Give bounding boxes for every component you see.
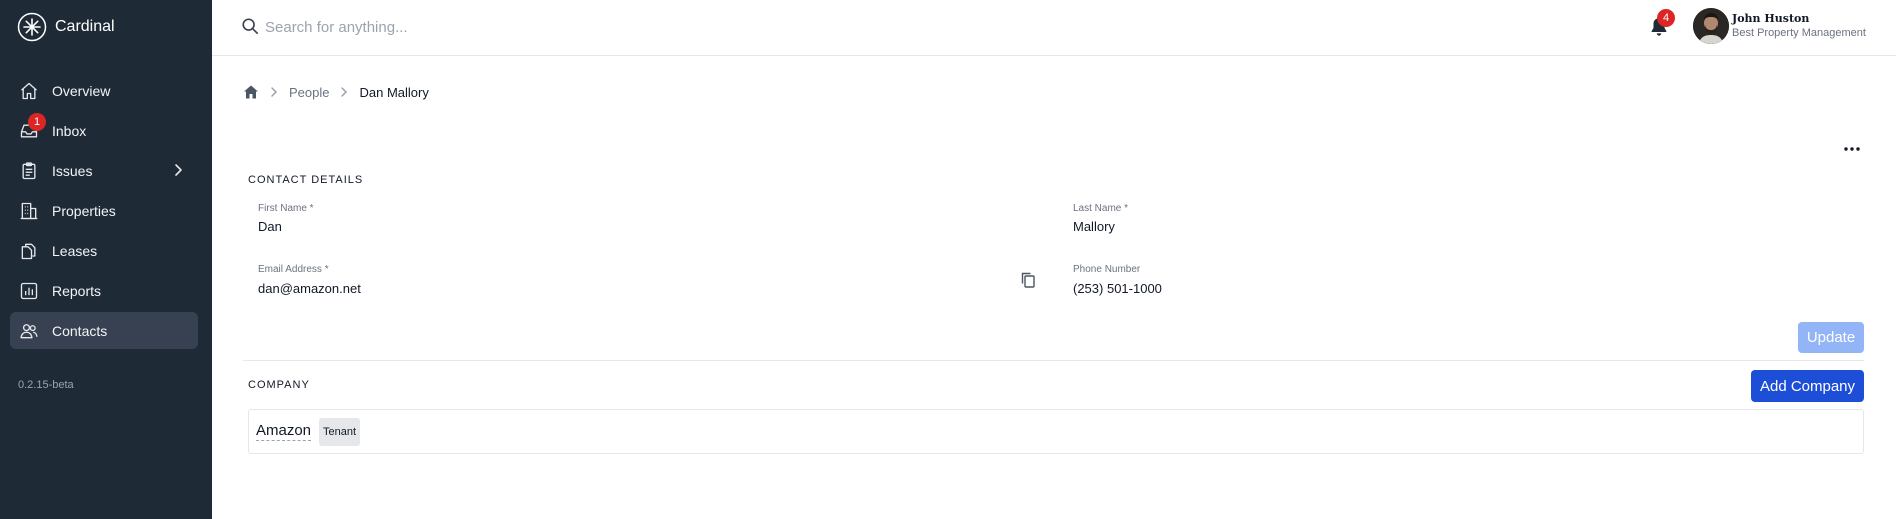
last-name-field[interactable]: Mallory [1073,219,1115,234]
section-divider [243,360,1864,361]
user-company: Best Property Management [1732,27,1866,39]
user-avatar[interactable] [1693,8,1729,44]
company-heading: COMPANY [248,379,310,391]
sidebar-item-label: Overview [52,82,111,99]
sidebar-item-label: Properties [52,202,116,219]
breadcrumb: People Dan Mallory [243,84,429,100]
company-role-badge: Tenant [319,418,361,446]
building-icon [18,200,40,222]
email-label: Email Address * [258,264,329,275]
sidebar-item-reports[interactable]: Reports [10,272,198,309]
update-button[interactable]: Update [1798,322,1864,353]
phone-field[interactable]: (253) 501-1000 [1073,281,1162,296]
sidebar-item-overview[interactable]: Overview [10,72,198,109]
users-icon [18,320,40,342]
home-icon[interactable] [243,84,259,100]
first-name-label: First Name * [258,203,314,214]
sidebar-item-properties[interactable]: Properties [10,192,198,229]
app-version: 0.2.15-beta [18,379,74,391]
sidebar-item-label: Inbox [52,122,87,139]
last-name-label: Last Name * [1073,203,1129,214]
breadcrumb-current: Dan Mallory [359,84,429,100]
app-name: Cardinal [55,18,115,35]
clipboard-icon [18,160,40,182]
sidebar-item-label: Contacts [52,322,108,339]
sidebar-item-contacts[interactable]: Contacts [10,312,198,349]
company-name-link[interactable]: Amazon [256,422,312,441]
sidebar-nav: Overview 1 Inbox Issues Properties Lease… [10,72,198,352]
sidebar-item-issues[interactable]: Issues [10,152,198,189]
sidebar-item-label: Reports [52,282,102,299]
brand[interactable]: Cardinal [17,12,115,42]
search-icon [242,18,259,35]
home-icon [18,80,40,102]
phone-label: Phone Number [1073,264,1141,275]
sidebar: Cardinal Overview 1 Inbox Issues Propert… [0,0,212,519]
inbox-badge: 1 [28,113,46,131]
copy-icon[interactable] [1019,271,1037,289]
email-field[interactable]: dan@amazon.net [258,281,361,296]
add-company-button[interactable]: Add Company [1751,370,1864,402]
documents-icon [18,240,40,262]
chevron-right-icon [271,87,278,97]
contact-details-heading: CONTACT DETAILS [248,174,364,186]
sidebar-item-label: Issues [52,162,93,179]
notification-count-badge: 4 [1657,9,1675,27]
sidebar-item-inbox[interactable]: 1 Inbox [10,112,198,149]
sidebar-item-leases[interactable]: Leases [10,232,198,269]
chevron-right-icon[interactable] [170,162,186,178]
chevron-right-icon [341,87,348,97]
company-card: Amazon Tenant [248,409,1864,454]
more-options-icon[interactable] [1841,138,1863,160]
top-bar: 4 John Huston Best Property Management [212,0,1896,56]
cardinal-logo-icon [17,12,47,42]
chart-icon [18,280,40,302]
user-name: John Huston [1732,12,1810,25]
breadcrumb-people[interactable]: People [289,85,329,100]
first-name-field[interactable]: Dan [258,219,282,234]
sidebar-item-label: Leases [52,242,98,259]
search-input[interactable] [265,14,865,40]
